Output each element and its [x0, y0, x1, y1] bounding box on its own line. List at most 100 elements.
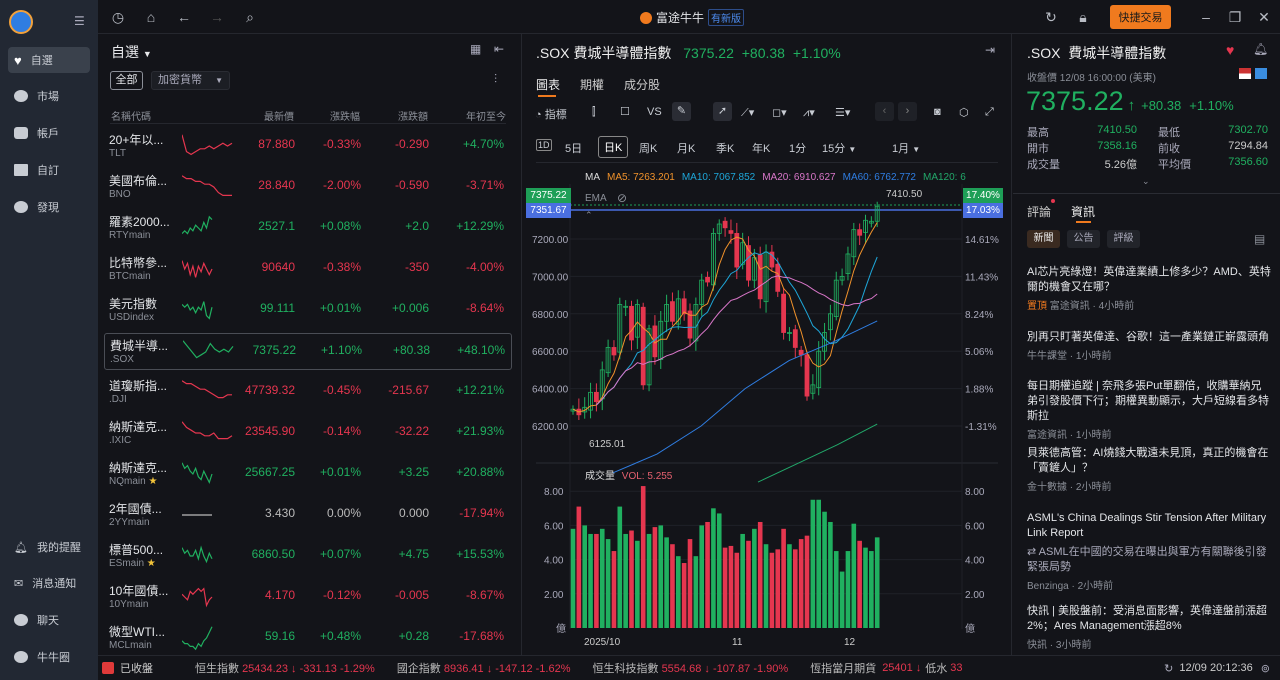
row-change: 0.000	[398, 506, 429, 520]
header-change[interactable]: 漲跌額	[382, 108, 428, 123]
collapse-panel-icon[interactable]: ⇤	[494, 42, 504, 56]
heart-icon: ♥	[14, 52, 22, 68]
bell-icon[interactable]: 🔔︎	[1253, 42, 1268, 56]
y-axis-label: 6800.00	[532, 310, 569, 321]
heart-icon[interactable]: ♥	[1226, 42, 1234, 58]
sidebar-item-notifications[interactable]: ✉ 消息通知	[8, 570, 90, 596]
header-pct[interactable]: 漲跌幅	[314, 108, 360, 123]
watchlist-row[interactable]: 美國布倫... BNO 28.840 -2.00% -0.590 -3.71%	[104, 169, 512, 206]
news-item[interactable]: 別再只盯著英偉達、谷歌！這一產業鏈正嶄露頭角 牛牛課堂 · 1小時前	[1027, 330, 1272, 364]
subtab-ratings[interactable]: 評級	[1107, 230, 1140, 248]
index-ticker[interactable]: 國企指數 8936.41 ↓ -147.12 -1.62%	[397, 660, 571, 676]
y-axis-label: 7200.00	[532, 235, 569, 246]
divider	[1013, 193, 1280, 194]
sidebar-item-alerts[interactable]: 🔔︎ 我的提醒	[8, 534, 90, 560]
collapse-sidebar-icon[interactable]: ☰	[74, 14, 85, 28]
sparkline	[182, 175, 232, 196]
expand-chevron-icon[interactable]: ⌄	[1142, 176, 1150, 187]
header-name[interactable]: 名稱代碼	[111, 108, 151, 123]
watchlist-row[interactable]: 納斯達克... .IXIC 23545.90 -0.14% -32.22 +21…	[104, 415, 512, 452]
minimize-icon[interactable]: –	[1198, 9, 1214, 25]
row-change: -0.005	[394, 588, 429, 602]
row-code: 10Ymain	[109, 599, 149, 610]
lock-icon[interactable]: 🔒︎	[1075, 9, 1091, 25]
y-axis-label: 6200.00	[532, 422, 569, 433]
sidebar-item-account[interactable]: 帳戶	[8, 120, 90, 146]
watchlist-title[interactable]: 自選 ▼	[111, 42, 152, 62]
watchlist-row[interactable]: 10年國債... 10Ymain 4.170 -0.12% -0.005 -8.…	[104, 579, 512, 616]
row-change: -0.290	[394, 137, 429, 151]
watchlist-row[interactable]: 費城半導... .SOX 7375.22 +1.10% +80.38 +48.1…	[104, 333, 512, 370]
notification-dot	[1051, 199, 1055, 203]
header-ytd[interactable]: 年初至今	[446, 108, 506, 123]
sidebar-item-custom[interactable]: 自訂	[8, 157, 90, 183]
subtab-announcements[interactable]: 公告	[1067, 230, 1100, 248]
watchlist-row[interactable]: 美元指數 USDindex 99.111 +0.01% +0.006 -8.64…	[104, 292, 512, 329]
volume-bar	[810, 499, 816, 628]
back-icon[interactable]: ←	[176, 9, 192, 25]
update-badge[interactable]: 有新版	[708, 9, 745, 26]
row-ytd: -8.67%	[465, 588, 504, 602]
price-chart[interactable]: 7200.00 14.61% 7000.00 11.43% 6800.00 8.24% 66…	[522, 34, 1012, 655]
news-item[interactable]: AI芯片亮綠燈！英偉達業績上修多少？AMD、英特爾的機會又在哪？ 置頂 富途資訊 …	[1027, 265, 1272, 314]
sidebar-item-market[interactable]: 市場	[8, 83, 90, 109]
tab-comments[interactable]: 評論	[1027, 203, 1051, 220]
close-icon[interactable]: ✕	[1256, 9, 1272, 25]
watchlist-row[interactable]: 比特幣參... BTCmain 90640 -0.38% -350 -4.00%	[104, 251, 512, 288]
refresh-icon[interactable]: ↻	[1043, 9, 1059, 25]
pct-axis-label: 14.61%	[965, 235, 999, 246]
row-price: 25667.25	[244, 465, 295, 479]
row-ytd: +20.88%	[456, 465, 504, 479]
watchlist-row[interactable]: 羅素2000... RTYmain 2527.1 +0.08% +2.0 +12…	[104, 210, 512, 247]
volume-bar	[722, 547, 728, 628]
news-item[interactable]: 每日期權追蹤 | 奈飛多張Put單翻倍，收購華納兄弟引發股價下行；期權異動顯示，…	[1027, 379, 1272, 443]
grid-view-icon[interactable]: ▦	[470, 42, 481, 56]
index-ticker[interactable]: 恒生指數 25434.23 ↓ -331.13 -1.29%	[195, 660, 375, 676]
sparkline	[182, 380, 232, 399]
tab-news[interactable]: 資訊	[1071, 203, 1095, 220]
row-change: -215.67	[388, 383, 429, 397]
watchlist-row[interactable]: 道瓊斯指... .DJI 47739.32 -0.45% -215.67 +12…	[104, 374, 512, 411]
filter-category-select[interactable]: 加密貨幣 ▼	[151, 71, 230, 90]
calendar-icon[interactable]: ▤	[1254, 232, 1265, 246]
sparkline	[182, 545, 213, 564]
watchlist-row[interactable]: 2年國債... 2YYmain 3.430 0.00% 0.000 -17.94…	[104, 497, 512, 534]
row-name: 費城半導...	[110, 339, 169, 353]
row-pct: +0.01%	[319, 465, 361, 479]
sidebar-item-watchlist[interactable]: ♥ 自選	[8, 47, 90, 73]
history-icon[interactable]: ◷	[110, 9, 126, 25]
market-status: 已收盤	[120, 663, 153, 675]
sidebar-item-community[interactable]: 牛牛圈	[8, 644, 90, 670]
index-ticker[interactable]: 恒生科技指數 5554.68 ↓ -107.87 -1.90%	[593, 660, 789, 676]
watchlist-row[interactable]: 微型WTI... MCLmain 59.16 +0.48% +0.28 -17.…	[104, 620, 512, 657]
row-price: 23545.90	[244, 424, 295, 438]
restore-icon[interactable]: ❐	[1227, 9, 1243, 25]
low-marker: 6125.01	[589, 439, 626, 450]
news-item[interactable]: 快訊 | 美股盤前：受消息面影響，英偉達盤前漲超2%；Ares Manageme…	[1027, 604, 1272, 653]
volume-bar	[769, 552, 775, 628]
link-icon[interactable]: ⊚	[1261, 662, 1270, 675]
stat-value: 7294.84	[1228, 140, 1268, 152]
sidebar-item-chat[interactable]: 聊天	[8, 607, 90, 633]
candle-body	[594, 391, 599, 403]
sidebar-item-discover[interactable]: 發現	[8, 194, 90, 220]
subtab-news[interactable]: 新聞	[1027, 230, 1060, 248]
volume-bar	[869, 551, 874, 628]
quick-trade-button[interactable]: 快捷交易	[1110, 5, 1171, 29]
filter-all-button[interactable]: 全部	[110, 71, 143, 90]
news-item[interactable]: ASML's China Dealings Stir Tension After…	[1027, 511, 1272, 594]
row-pct: -0.14%	[322, 424, 361, 438]
sync-icon[interactable]: ↻	[1164, 662, 1173, 675]
watchlist-row[interactable]: 20+年以... TLT 87.880 -0.33% -0.290 +4.70%	[104, 128, 512, 165]
home-icon[interactable]: ⌂	[143, 9, 159, 25]
news-item[interactable]: 貝萊德高管：AI燒錢大戰遠未見頂，真正的機會在「賣鏟人」？ 金十數據 · 2小時前	[1027, 446, 1272, 495]
watchlist-row[interactable]: 標普500... ESmain ★ 6860.50 +0.07% +4.75 +…	[104, 538, 512, 575]
column-settings-icon[interactable]: ⫶	[494, 72, 497, 87]
avatar[interactable]	[9, 10, 33, 34]
forward-icon[interactable]: →	[209, 9, 225, 25]
search-icon[interactable]: ⌕	[242, 9, 258, 25]
row-price: 47739.32	[244, 383, 295, 397]
watchlist-row[interactable]: 納斯達克... NQmain ★ 25667.25 +0.01% +3.25 +…	[104, 456, 512, 493]
header-price[interactable]: 最新價	[248, 108, 294, 123]
stat-label: 平均價	[1158, 159, 1191, 171]
